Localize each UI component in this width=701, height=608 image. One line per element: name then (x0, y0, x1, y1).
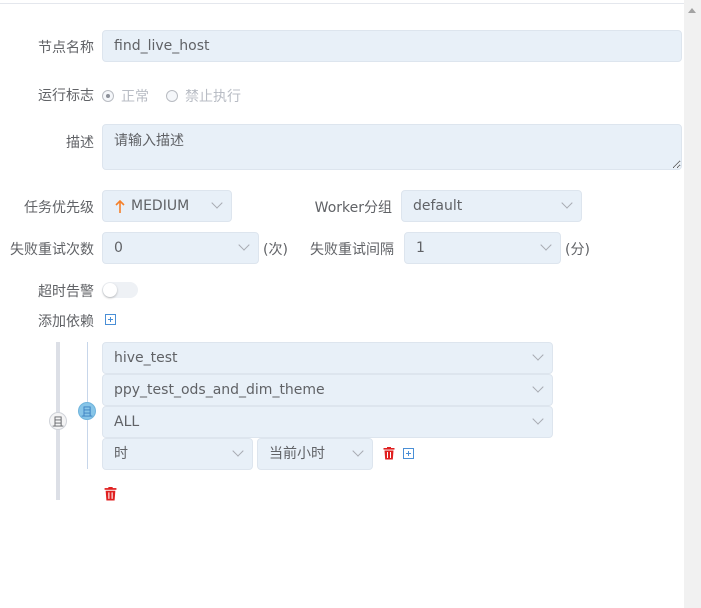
chevron-down-icon (238, 239, 250, 251)
timeout-alarm-label: 超时告警 (38, 284, 94, 300)
dependency-project-value: hive_test (114, 350, 178, 366)
top-divider (0, 0, 684, 4)
dependency-task-value: ALL (114, 414, 140, 430)
radio-normal[interactable]: 正常 (102, 86, 149, 106)
dependency-task-select[interactable]: ALL (102, 406, 553, 438)
radio-normal-dot[interactable] (102, 90, 114, 102)
dependency-definition-select[interactable]: ppy_test_ods_and_dim_theme (102, 374, 553, 406)
retry-times-label: 失败重试次数 (10, 242, 94, 258)
radio-forbid-dot[interactable] (166, 90, 178, 102)
description-textarea[interactable] (102, 124, 682, 170)
dependency-cycle-value: 时 (114, 446, 128, 462)
retry-times-unit: (次) (263, 242, 288, 258)
timeout-alarm-switch[interactable] (102, 282, 138, 298)
inner-relation-toggle[interactable]: 且 (78, 402, 96, 420)
dependency-definition-value: ppy_test_ods_and_dim_theme (114, 382, 325, 398)
retry-times-value: 0 (114, 240, 123, 256)
retry-interval-label: 失败重试间隔 (310, 242, 394, 258)
worker-group-select[interactable]: default (401, 190, 582, 222)
delete-dependency-icon[interactable] (104, 487, 117, 501)
chevron-down-icon (232, 445, 244, 457)
node-name-input[interactable]: find_live_host (102, 30, 682, 62)
priority-select[interactable]: MEDIUM (102, 190, 232, 222)
chevron-down-icon (532, 349, 544, 361)
add-dependency-label: 添加依赖 (38, 314, 94, 330)
retry-times-select[interactable]: 0 (102, 232, 259, 264)
scroll-up-arrow-icon[interactable] (688, 8, 696, 13)
dependency-date-value: 当前小时 (269, 446, 325, 462)
add-dependency-icon[interactable] (105, 314, 116, 325)
retry-interval-select[interactable]: 1 (404, 232, 561, 264)
add-item-icon[interactable] (403, 448, 414, 459)
switch-knob (103, 283, 117, 297)
delete-item-icon[interactable] (383, 447, 395, 460)
retry-interval-unit: (分) (565, 242, 590, 258)
chevron-down-icon (561, 197, 573, 209)
chevron-down-icon (211, 197, 223, 209)
priority-label: 任务优先级 (24, 200, 94, 216)
outer-relation-toggle[interactable]: 且 (49, 412, 67, 430)
description-label: 描述 (66, 135, 94, 151)
chevron-down-icon (352, 445, 364, 457)
radio-forbid[interactable]: 禁止执行 (166, 86, 241, 106)
radio-normal-label: 正常 (121, 89, 149, 105)
chevron-down-icon (532, 413, 544, 425)
chevron-down-icon (540, 239, 552, 251)
retry-interval-value: 1 (416, 240, 425, 256)
priority-value: MEDIUM (131, 198, 190, 214)
node-name-label: 节点名称 (38, 40, 94, 56)
dependency-project-select[interactable]: hive_test (102, 342, 553, 374)
run-flag-label: 运行标志 (38, 88, 94, 104)
radio-forbid-label: 禁止执行 (185, 89, 241, 105)
dependency-cycle-select[interactable]: 时 (102, 438, 253, 470)
worker-group-value: default (413, 198, 463, 214)
dependency-date-select[interactable]: 当前小时 (257, 438, 373, 470)
vertical-scrollbar[interactable] (684, 0, 701, 608)
chevron-down-icon (532, 381, 544, 393)
arrow-up-icon (115, 200, 125, 213)
worker-group-label: Worker分组 (314, 200, 392, 216)
